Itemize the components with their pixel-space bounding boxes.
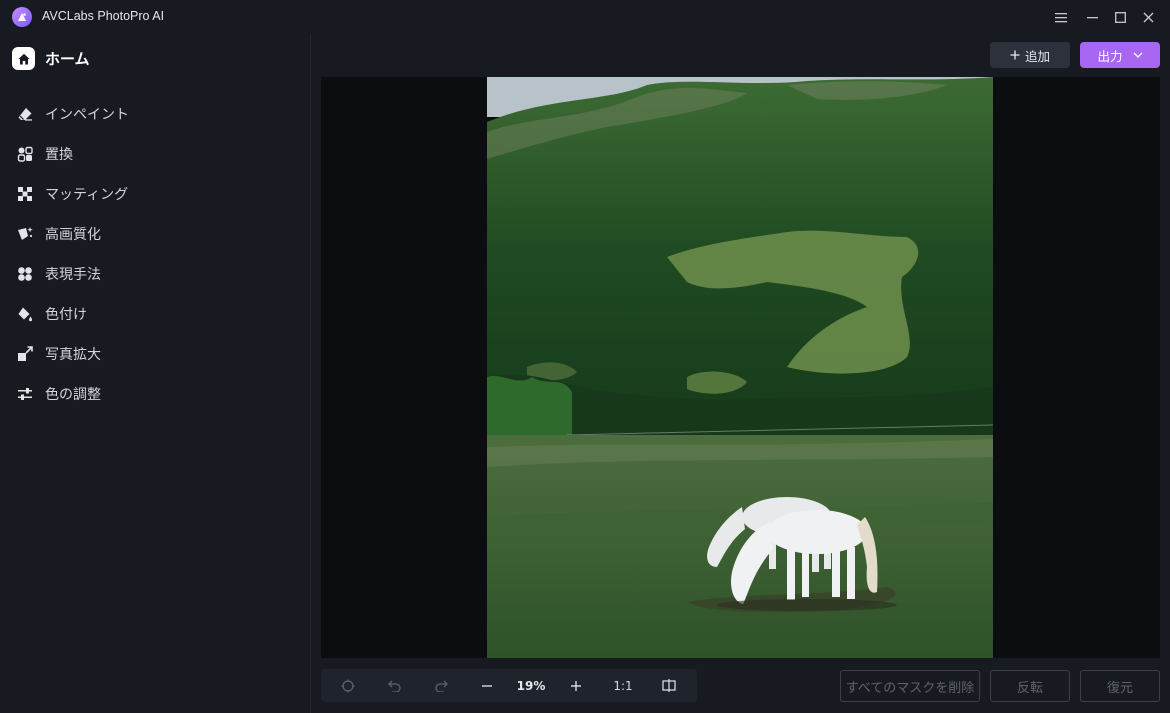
invert-button[interactable]: 反転 bbox=[990, 670, 1070, 702]
sparkle-enhance-icon bbox=[16, 226, 33, 243]
sidebar-item-label: 表現手法 bbox=[45, 267, 101, 283]
home-icon bbox=[12, 47, 35, 70]
paint-bucket-icon bbox=[16, 306, 33, 323]
zoom-value: 19% bbox=[516, 678, 546, 693]
minimize-icon[interactable] bbox=[1081, 6, 1103, 28]
matting-icon bbox=[16, 186, 33, 203]
sidebar-item-inpaint[interactable]: インペイント bbox=[16, 103, 296, 125]
sliders-icon bbox=[16, 386, 33, 403]
add-button[interactable]: 追加 bbox=[990, 42, 1070, 68]
export-label: 出力 bbox=[1097, 48, 1123, 64]
reset-icon[interactable] bbox=[337, 669, 359, 702]
sidebar-item-label: 色付け bbox=[45, 307, 87, 323]
add-label: 追加 bbox=[1024, 48, 1050, 64]
sidebar-item-label: 高画質化 bbox=[45, 227, 101, 243]
sidebar-item-color-adjust[interactable]: 色の調整 bbox=[16, 383, 296, 405]
invert-label: 反転 bbox=[1016, 680, 1043, 696]
maximize-icon[interactable] bbox=[1109, 6, 1131, 28]
app-logo-icon bbox=[12, 7, 32, 27]
sidebar-item-enhance[interactable]: 高画質化 bbox=[16, 223, 296, 245]
sidebar-item-label: 色の調整 bbox=[45, 387, 101, 403]
zoom-out-icon[interactable] bbox=[476, 669, 498, 702]
home-label: ホーム bbox=[45, 50, 90, 68]
eraser-icon bbox=[16, 106, 33, 123]
app-title: AVCLabs PhotoPro AI bbox=[42, 9, 165, 23]
menu-icon[interactable] bbox=[1050, 6, 1072, 28]
close-icon[interactable] bbox=[1137, 6, 1159, 28]
redo-icon[interactable] bbox=[430, 669, 452, 702]
sidebar-item-upscale[interactable]: 写真拡大 bbox=[16, 343, 296, 365]
zoom-toolbar: 19% 1:1 bbox=[321, 669, 697, 702]
home-button[interactable]: ホーム bbox=[12, 47, 90, 70]
title-bar: AVCLabs PhotoPro AI bbox=[0, 0, 1170, 34]
sidebar-item-matting[interactable]: マッティング bbox=[16, 183, 296, 205]
expand-icon bbox=[16, 346, 33, 363]
actual-size-button[interactable]: 1:1 bbox=[609, 669, 637, 702]
chevron-down-icon bbox=[1133, 52, 1142, 58]
sidebar-item-label: マッティング bbox=[45, 187, 129, 203]
zoom-level: 19% bbox=[511, 669, 551, 702]
sidebar: ホーム インペイント 置換 マッティング 高画質化 表現手法 色付け 写真拡大 … bbox=[0, 34, 310, 713]
photo-image bbox=[487, 77, 993, 658]
export-button[interactable]: 出力 bbox=[1080, 42, 1160, 68]
shapes-icon bbox=[16, 146, 33, 163]
sidebar-item-label: インペイント bbox=[45, 107, 129, 123]
sidebar-item-replace[interactable]: 置換 bbox=[16, 143, 296, 165]
clear-masks-button[interactable]: すべてのマスクを削除 bbox=[840, 670, 980, 702]
sidebar-item-label: 写真拡大 bbox=[45, 347, 101, 363]
plus-icon bbox=[1010, 50, 1020, 60]
style-icon bbox=[16, 266, 33, 283]
image-canvas[interactable] bbox=[321, 77, 1160, 658]
zoom-in-icon[interactable] bbox=[565, 669, 587, 702]
undo-icon[interactable] bbox=[384, 669, 406, 702]
sidebar-item-label: 置換 bbox=[45, 147, 73, 163]
compare-icon[interactable] bbox=[658, 669, 680, 702]
clear-masks-label: すべてのマスクを削除 bbox=[845, 680, 975, 696]
sidebar-item-style[interactable]: 表現手法 bbox=[16, 263, 296, 285]
sidebar-divider bbox=[310, 34, 311, 713]
sidebar-item-colorize[interactable]: 色付け bbox=[16, 303, 296, 325]
restore-button[interactable]: 復元 bbox=[1080, 670, 1160, 702]
ratio-label: 1:1 bbox=[613, 678, 633, 693]
restore-label: 復元 bbox=[1106, 680, 1133, 696]
